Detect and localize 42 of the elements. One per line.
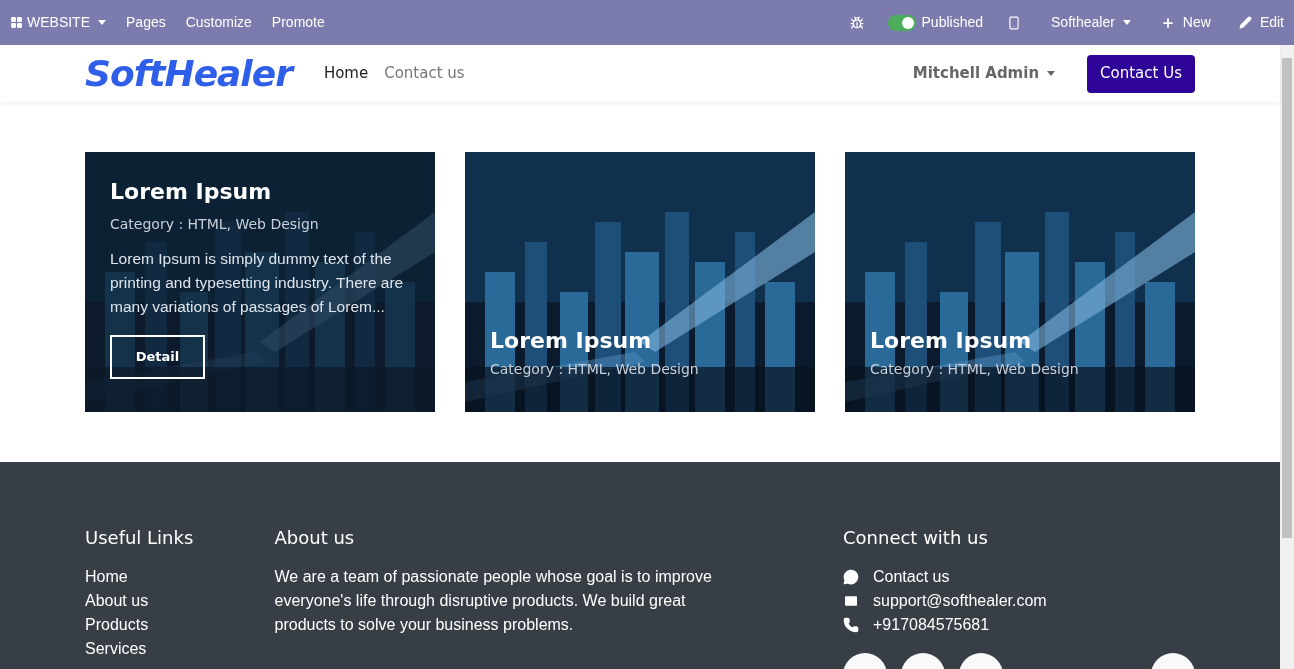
about-text: We are a team of passionate people whose goal is to improve everyone's life through disruptive products. We build great products to solve your business problems. xyxy=(274,567,713,635)
plus-icon xyxy=(1160,15,1175,30)
card-title: Lorem Ipsum xyxy=(870,327,1032,355)
caret-icon xyxy=(1047,71,1056,76)
contact-link[interactable]: +917084575681 xyxy=(873,613,990,637)
footer-heading: Useful Links xyxy=(85,526,195,550)
card-category: Category : HTML, Web Design xyxy=(870,360,1079,379)
new-button[interactable]: New xyxy=(1160,12,1211,33)
bug-icon[interactable] xyxy=(849,15,864,30)
card-title: Lorem Ipsum xyxy=(110,178,272,206)
footer-link[interactable]: About us xyxy=(85,589,275,613)
detail-button[interactable]: Detail xyxy=(110,335,205,379)
footer-heading: Connect with us xyxy=(843,526,989,550)
caret-icon xyxy=(1122,20,1131,25)
admin-menu-item[interactable]: WEBSITE xyxy=(10,12,106,33)
contact-link[interactable]: Contact us xyxy=(873,565,950,589)
contact-link[interactable]: support@softhealer.com xyxy=(873,589,1047,613)
footer-link[interactable]: Services xyxy=(85,637,275,661)
admin-menu-item[interactable]: Pages xyxy=(126,12,166,33)
pencil-icon xyxy=(1238,16,1252,29)
card-category: Category : HTML, Web Design xyxy=(490,360,699,379)
phone-icon xyxy=(843,617,859,633)
footer-link[interactable]: Home xyxy=(85,565,275,589)
nav-link[interactable]: Home xyxy=(323,62,369,85)
publish-toggle[interactable]: Published xyxy=(887,12,984,33)
card-category: Category : HTML, Web Design xyxy=(110,215,319,234)
footer-link[interactable]: Products xyxy=(85,613,275,637)
admin-menu-item[interactable]: Customize xyxy=(185,12,252,33)
edit-button[interactable]: Edit xyxy=(1238,12,1284,33)
company-dropdown[interactable]: Softhealer xyxy=(1051,12,1131,33)
card-description: Lorem Ipsum is simply dummy text of the printing and typesetting industry. There are many variations of passages of Lorem... xyxy=(110,249,405,317)
contact-us-button[interactable]: Contact Us xyxy=(1087,54,1195,93)
footer-heading: About us xyxy=(274,526,356,550)
mobile-preview-icon[interactable] xyxy=(1007,15,1022,30)
apps-icon xyxy=(10,16,23,29)
user-dropdown[interactable]: Mitchell Admin xyxy=(912,62,1056,85)
admin-menu-item[interactable]: Promote xyxy=(271,12,325,33)
nav-link[interactable]: Contact us xyxy=(384,62,465,85)
caret-icon xyxy=(98,20,106,25)
scrollbar[interactable] xyxy=(1280,45,1294,669)
chat-icon xyxy=(843,569,859,585)
card-title: Lorem Ipsum xyxy=(490,327,652,355)
